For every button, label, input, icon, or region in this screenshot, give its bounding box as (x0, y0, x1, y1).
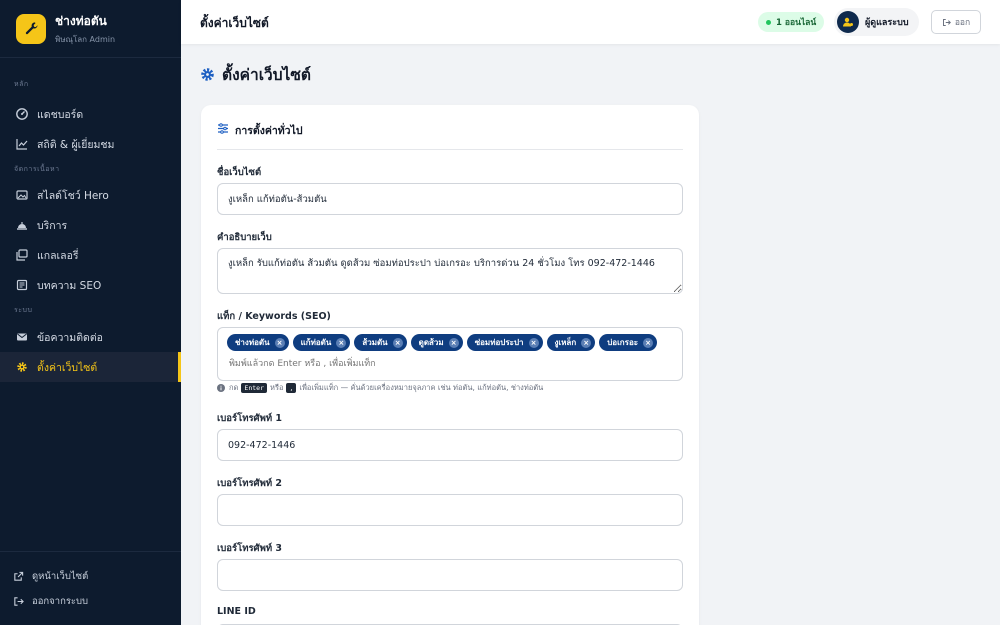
card-title: การตั้งค่าทั่วไป (235, 125, 303, 137)
logout-label: ออก (954, 18, 971, 28)
keyword-tag: งูเหล็ก × (546, 334, 596, 351)
article-icon (15, 279, 28, 292)
remove-tag-icon[interactable]: × (581, 337, 592, 348)
phone3-label: เบอร์โทรศัพท์ 3 (217, 543, 283, 554)
phone2-input[interactable] (217, 494, 683, 526)
nav-section-content: จัดการเนื้อหา (14, 165, 60, 173)
header-title: ตั้งค่าเว็บไซต์ (200, 16, 269, 30)
sidebar-item-gallery[interactable]: แกลเลอรี่ (0, 240, 181, 270)
keyword-tag: ช่างท่อตัน × (227, 334, 289, 351)
envelope-icon (15, 331, 28, 344)
nav-section-main: หลัก (14, 80, 29, 88)
page-title-text: ตั้งค่าเว็บไซต์ (222, 66, 311, 84)
keyword-tag: ดูดส้วม × (410, 334, 463, 351)
view-website-label: ดูหน้าเว็บไซต์ (32, 571, 89, 582)
sidebar-item-label: บริการ (37, 219, 68, 232)
remove-tag-icon[interactable]: × (448, 337, 459, 348)
remove-tag-icon[interactable]: × (336, 337, 347, 348)
phone1-input[interactable] (217, 429, 683, 461)
keyword-tag: ซ่อมท่อประปา × (466, 334, 543, 351)
page-title: ตั้งค่าเว็บไซต์ (200, 62, 311, 87)
site-description-label: คำอธิบายเว็บ (217, 232, 272, 243)
remove-tag-icon[interactable]: × (274, 337, 285, 348)
keywords-tag-input[interactable]: ช่างท่อตัน × แก้ท่อตัน × ส้วมตัน × ดูดส้วม ×… (217, 327, 683, 381)
images-icon (15, 189, 28, 202)
dashboard-icon (15, 108, 28, 121)
sidebar-item-hero[interactable]: สไลด์โชว์ Hero (0, 180, 181, 210)
remove-tag-icon[interactable]: × (643, 337, 654, 348)
sidebar-item-label: แกลเลอรี่ (37, 249, 79, 262)
sidebar-item-dashboard[interactable]: แดชบอร์ด (0, 99, 181, 129)
sidebar-item-services[interactable]: บริการ (0, 210, 181, 240)
general-settings-card: การตั้งค่าทั่วไป ชื่อเว็บไซต์ คำอธิบายเว… (201, 105, 699, 625)
remove-tag-icon[interactable]: × (392, 337, 403, 348)
site-name-input[interactable] (217, 183, 683, 215)
sidebar-item-label: ข้อความติดต่อ (37, 331, 103, 344)
phone1-label: เบอร์โทรศัพท์ 1 (217, 413, 283, 424)
chart-line-icon (15, 138, 28, 151)
sidebar-item-settings[interactable]: ตั้งค่าเว็บไซต์ (0, 352, 181, 382)
nav-section-system: ระบบ (14, 306, 33, 314)
sidebar-item-articles[interactable]: บทความ SEO (0, 270, 181, 300)
online-status-badge: 1 ออนไลน์ (758, 12, 825, 32)
service-icon (15, 219, 28, 232)
wrench-icon (16, 13, 46, 44)
gallery-icon (15, 249, 28, 262)
site-name-label: ชื่อเว็บไซต์ (217, 167, 262, 178)
gear-icon (200, 67, 215, 82)
keyword-tag: แก้ท่อตัน × (292, 334, 351, 351)
user-menu[interactable]: ผู้ดูแลระบบ (834, 8, 919, 36)
sidebar-logout-link[interactable]: ออกจากระบบ (0, 589, 181, 614)
sliders-icon (217, 123, 229, 134)
user-cog-icon (837, 11, 859, 33)
top-header: ตั้งค่าเว็บไซต์ 1 ออนไลน์ ผู้ดูแลระบบ ออ… (181, 0, 1000, 44)
sidebar-item-label: สถิติ & ผู้เยี่ยมชม (37, 138, 115, 151)
view-website-link[interactable]: ดูหน้าเว็บไซต์ (0, 564, 181, 589)
online-dot-icon (766, 19, 771, 25)
brand[interactable]: ช่างท่อตัน พิษณุโลก Admin (0, 0, 181, 58)
site-description-textarea[interactable]: งูเหล็ก รับแก้ท่อตัน ส้วมตัน ดูดส้วม ซ่อ… (217, 248, 683, 294)
sidebar-item-label: แดชบอร์ด (37, 108, 84, 121)
sidebar-item-messages[interactable]: ข้อความติดต่อ (0, 322, 181, 352)
remove-tag-icon[interactable]: × (528, 337, 539, 348)
external-link-icon (13, 571, 25, 583)
online-badge-label: 1 ออนไลน์ (776, 18, 817, 28)
sidebar-item-label: สไลด์โชว์ Hero (37, 189, 109, 202)
line-id-label: LINE ID (217, 606, 256, 617)
gear-icon (15, 361, 28, 374)
keyword-tag: ส้วมตัน × (354, 334, 407, 351)
comma-key-badge: , (286, 383, 297, 393)
keyword-text-input[interactable] (229, 355, 419, 372)
logout-button[interactable]: ออก (931, 10, 981, 34)
sign-out-icon (942, 18, 951, 27)
brand-subtitle: พิษณุโลก Admin (55, 34, 116, 44)
sign-out-icon (13, 596, 25, 608)
sidebar-logout-label: ออกจากระบบ (32, 596, 89, 607)
sidebar-item-label: บทความ SEO (37, 279, 102, 292)
keywords-label: แท็ก / Keywords (SEO) (217, 311, 331, 322)
keywords-hint: กด Enter หรือ , เพื่อเพิ่มแท็ก — คั่นด้ว… (217, 382, 543, 394)
sidebar-item-stats[interactable]: สถิติ & ผู้เยี่ยมชม (0, 129, 181, 159)
info-icon (217, 384, 225, 392)
keyword-tag: บ่อเกรอะ × (599, 334, 658, 351)
phone2-label: เบอร์โทรศัพท์ 2 (217, 478, 283, 489)
brand-name: ช่างท่อตัน (55, 13, 107, 28)
user-name: ผู้ดูแลระบบ (865, 18, 909, 28)
phone3-input[interactable] (217, 559, 683, 591)
enter-key-badge: Enter (241, 383, 267, 393)
sidebar: ช่างท่อตัน พิษณุโลก Admin หลัก แดชบอร์ด … (0, 0, 181, 625)
card-header: การตั้งค่าทั่วไป (217, 122, 683, 150)
sidebar-item-label: ตั้งค่าเว็บไซต์ (37, 361, 98, 374)
